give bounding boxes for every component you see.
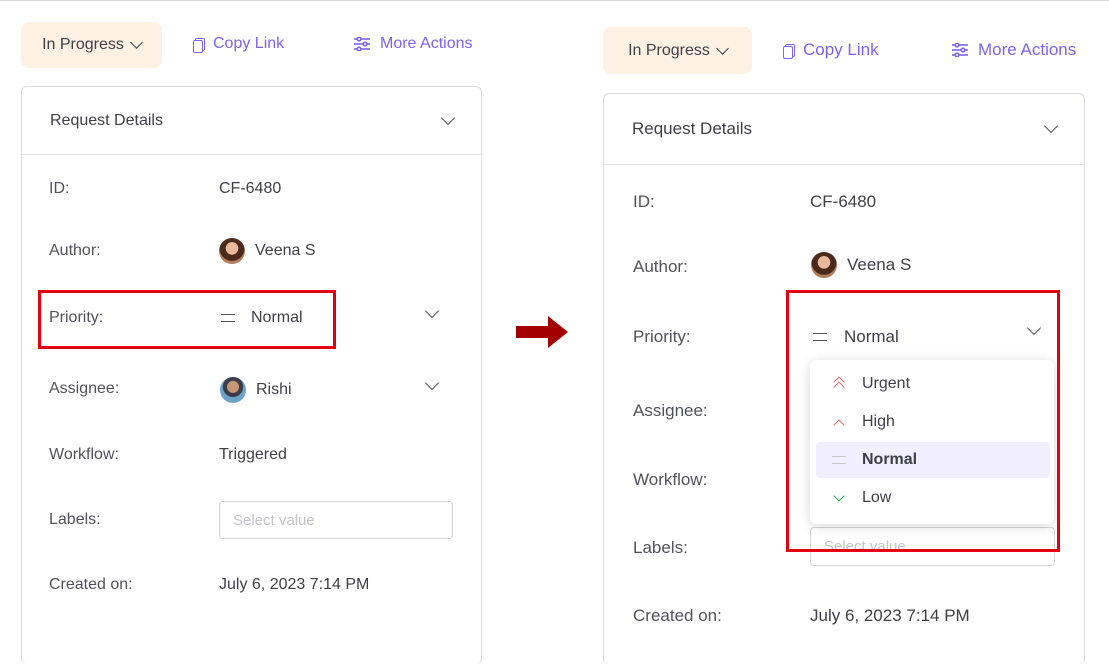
- assignee-label: Assignee:: [633, 401, 708, 420]
- arrow-right-icon: [516, 316, 568, 348]
- labels-label: Labels:: [49, 511, 101, 528]
- card-header[interactable]: Request Details: [604, 94, 1084, 165]
- status-label: In Progress: [628, 41, 710, 59]
- id-label: ID:: [633, 192, 655, 211]
- id-value: CF-6480: [219, 180, 281, 198]
- copy-icon: [783, 43, 795, 59]
- avatar: [219, 238, 245, 264]
- assignee-name: Rishi: [256, 381, 292, 398]
- chevron-down-icon: [716, 41, 729, 55]
- author-label: Author:: [633, 257, 688, 276]
- created-text: July 6, 2023 7:14 PM: [219, 576, 370, 593]
- author-name: Veena S: [255, 242, 316, 259]
- sliders-icon: [952, 43, 968, 57]
- labels-label: Labels:: [633, 538, 688, 557]
- created-text: July 6, 2023 7:14 PM: [810, 606, 970, 625]
- workflow-label: Workflow:: [633, 470, 708, 489]
- avatar: [220, 377, 246, 403]
- labels-placeholder: Select value: [233, 511, 315, 529]
- author-name: Veena S: [847, 255, 912, 274]
- status-label: In Progress: [42, 36, 124, 53]
- field-labels: Labels:: [633, 538, 688, 558]
- copy-link-label: Copy Link: [213, 35, 285, 52]
- author-label: Author:: [49, 242, 101, 259]
- more-actions-button[interactable]: More Actions: [952, 40, 1076, 60]
- highlight-box: [38, 290, 336, 349]
- field-workflow: Workflow:: [49, 446, 119, 464]
- assignee-label: Assignee:: [49, 380, 120, 397]
- status-dropdown-button[interactable]: In Progress: [603, 27, 752, 74]
- copy-icon: [193, 37, 205, 53]
- field-id: ID:: [49, 180, 69, 198]
- sliders-icon: [354, 37, 370, 51]
- author-value: Veena S: [811, 252, 911, 278]
- card-title: Request Details: [50, 111, 163, 129]
- field-created: Created on:: [49, 576, 133, 594]
- more-actions-label: More Actions: [978, 40, 1077, 59]
- created-value: July 6, 2023 7:14 PM: [810, 606, 970, 626]
- copy-link-button[interactable]: Copy Link: [193, 35, 284, 53]
- field-id: ID:: [633, 192, 655, 212]
- id-label: ID:: [49, 180, 70, 197]
- id-text: CF-6480: [219, 180, 282, 197]
- copy-link-label: Copy Link: [803, 40, 879, 59]
- card-title: Request Details: [632, 119, 753, 138]
- assignee-select[interactable]: Rishi: [220, 377, 292, 403]
- labels-input[interactable]: Select value: [219, 501, 453, 539]
- status-dropdown-button[interactable]: In Progress: [21, 22, 162, 68]
- id-text: CF-6480: [810, 192, 877, 211]
- chevron-down-icon: [130, 36, 143, 49]
- card-header[interactable]: Request Details: [22, 87, 481, 155]
- workflow-label: Workflow:: [49, 446, 119, 463]
- id-value: CF-6480: [810, 192, 876, 212]
- copy-link-button[interactable]: Copy Link: [783, 40, 879, 60]
- created-value: July 6, 2023 7:14 PM: [219, 576, 369, 594]
- more-actions-button[interactable]: More Actions: [354, 35, 472, 53]
- field-assignee: Assignee:: [49, 380, 119, 398]
- field-created: Created on:: [633, 606, 722, 626]
- avatar: [811, 252, 837, 278]
- workflow-value: Triggered: [219, 446, 287, 464]
- created-label: Created on:: [49, 576, 133, 593]
- field-workflow: Workflow:: [633, 470, 707, 490]
- priority-label: Priority:: [633, 327, 691, 346]
- field-priority: Priority:: [633, 327, 691, 347]
- more-actions-label: More Actions: [380, 35, 473, 52]
- created-label: Created on:: [633, 606, 722, 625]
- highlight-box: [786, 290, 1060, 552]
- panel-before: In Progress Copy Link More Actions Reque…: [0, 0, 500, 664]
- field-author: Author:: [633, 257, 688, 277]
- field-assignee: Assignee:: [633, 401, 708, 421]
- workflow-text: Triggered: [219, 446, 287, 463]
- chevron-down-icon: [1043, 118, 1059, 134]
- field-labels: Labels:: [49, 511, 101, 529]
- field-author: Author:: [49, 242, 101, 260]
- author-value: Veena S: [219, 238, 316, 264]
- chevron-down-icon: [440, 110, 456, 125]
